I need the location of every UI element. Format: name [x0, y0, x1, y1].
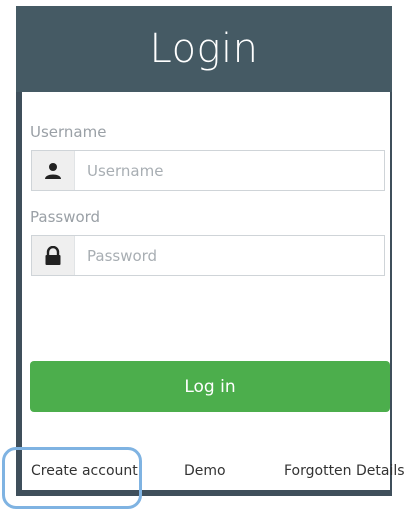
create-account-link[interactable]: Create account — [31, 463, 138, 479]
login-header: Login — [16, 6, 392, 92]
password-input[interactable] — [75, 236, 380, 275]
page-title: Login — [149, 26, 259, 72]
password-label: Password — [30, 208, 101, 226]
username-input-group — [31, 150, 385, 191]
username-label: Username — [30, 123, 107, 141]
password-input-group — [31, 235, 385, 276]
forgotten-details-link[interactable]: Forgotten Details — [284, 463, 405, 479]
username-input[interactable] — [75, 151, 380, 190]
login-button[interactable]: Log in — [30, 361, 390, 412]
demo-link[interactable]: Demo — [184, 463, 226, 479]
lock-icon — [32, 236, 75, 275]
user-icon — [32, 151, 75, 190]
